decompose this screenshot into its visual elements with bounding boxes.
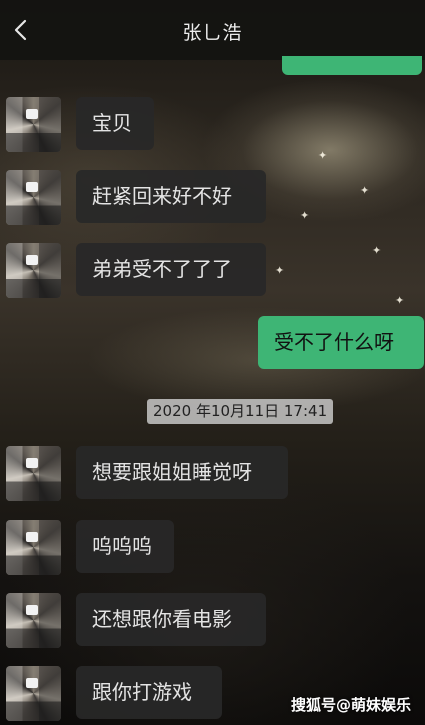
sparkle: ✦ [372, 244, 382, 257]
incoming-message[interactable]: 跟你打游戏 [76, 666, 222, 719]
contact-name: 张乚浩 [182, 22, 243, 44]
incoming-message[interactable]: 还想跟你看电影 [76, 593, 266, 646]
contact-avatar[interactable] [6, 97, 61, 152]
message-timestamp: 2020 年10月11日 17:41 [147, 399, 334, 424]
sparkle: ✦ [318, 149, 328, 162]
contact-avatar[interactable] [6, 446, 61, 501]
sparkle: ✦ [275, 264, 285, 277]
sparkle: ✦ [300, 209, 310, 222]
sparkle: ✦ [360, 184, 370, 197]
incoming-message[interactable]: 想要跟姐姐睡觉呀 [76, 446, 288, 499]
outgoing-message[interactable]: 受不了什么呀 [258, 316, 424, 369]
contact-avatar[interactable] [6, 170, 61, 225]
incoming-message[interactable]: 宝贝 [76, 97, 154, 150]
chat-header: 张乚浩 [0, 0, 425, 60]
contact-avatar[interactable] [6, 666, 61, 721]
incoming-message[interactable]: 呜呜呜 [76, 520, 174, 573]
incoming-message[interactable]: 赶紧回来好不好 [76, 170, 266, 223]
incoming-message[interactable]: 弟弟受不了了了 [76, 243, 266, 296]
partial-outgoing-bubble[interactable] [282, 56, 422, 75]
contact-avatar[interactable] [6, 593, 61, 648]
contact-avatar[interactable] [6, 520, 61, 575]
sparkle: ✦ [395, 294, 405, 307]
contact-avatar[interactable] [6, 243, 61, 298]
watermark: 搜狐号@萌妹娱乐 [290, 696, 411, 714]
